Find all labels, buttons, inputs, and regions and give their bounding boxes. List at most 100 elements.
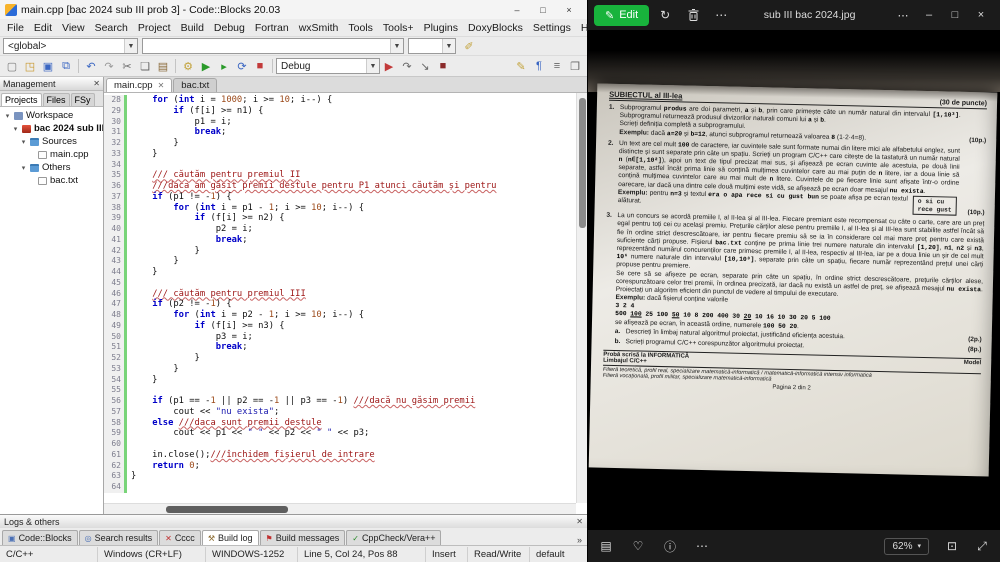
favorite-icon[interactable]: ♡ [630, 538, 646, 555]
tree-expander-icon[interactable]: ▾ [20, 138, 27, 146]
logs-tab-search-results[interactable]: ◎ Search results [78, 530, 159, 545]
undo-icon[interactable]: ↶ [82, 57, 100, 75]
see-more-icon[interactable]: ⋯ [890, 4, 916, 26]
minimize-button[interactable]: – [504, 2, 530, 18]
close-button[interactable]: × [968, 4, 994, 26]
code-line[interactable]: 48 for (int i = p2 - 1; i >= 10; i--) { [104, 310, 587, 321]
code-line[interactable]: 61 in.close();///închidem fișierul de in… [104, 449, 587, 461]
windows-icon[interactable]: ❐ [566, 57, 584, 75]
editor-tab-main-cpp[interactable]: main.cpp ✕ [106, 78, 173, 92]
close-tab-icon[interactable]: ✕ [158, 81, 165, 90]
code-line[interactable]: 40 p2 = i; [104, 224, 587, 235]
cut-icon[interactable]: ✂ [118, 57, 136, 75]
fullscreen-icon[interactable]: ⤢ [974, 539, 990, 554]
tree-item-bac-txt[interactable]: bac.txt [0, 174, 103, 187]
paste-icon[interactable]: ▤ [154, 57, 172, 75]
minimize-button[interactable]: – [916, 4, 942, 26]
menu-view[interactable]: View [57, 22, 90, 34]
logs-tab-cccc[interactable]: ✕ Cccc [159, 530, 201, 545]
code-line[interactable]: 56 if (p1 == -1 || p2 == -1 || p3 == -1)… [104, 396, 587, 407]
menu-build[interactable]: Build [176, 22, 209, 34]
code-line[interactable]: 32 } [104, 138, 587, 149]
code-line[interactable]: 49 if (f[i] >= n3) { [104, 320, 587, 332]
close-icon[interactable]: ✕ [576, 517, 583, 526]
chevron-down-icon[interactable]: ▼ [124, 39, 137, 53]
build-and-run-icon[interactable]: ▸ [215, 57, 233, 75]
new-file-icon[interactable]: ▢ [3, 57, 21, 75]
close-icon[interactable]: ✕ [93, 79, 100, 88]
pilcrow-icon[interactable]: ¶ [530, 57, 548, 75]
title-bar[interactable]: main.cpp [bac 2024 sub III prob 3] - Cod… [0, 0, 587, 19]
build-target-combo[interactable]: Debug ▼ [276, 58, 380, 74]
code-line[interactable]: 57 cout << "nu exista"; [104, 406, 587, 418]
tree-item-workspace[interactable]: ▾ Workspace [0, 109, 103, 122]
search-combo[interactable]: ▼ [408, 38, 456, 54]
menu-fortran[interactable]: Fortran [250, 22, 294, 34]
tree-item-project[interactable]: ▾ bac 2024 sub III prob 3 [0, 122, 103, 135]
menu-edit[interactable]: Edit [29, 22, 57, 34]
code-line[interactable]: 38 for (int i = p1 - 1; i >= 10; i--) { [104, 202, 587, 214]
run-icon[interactable]: ▶ [197, 57, 215, 75]
code-line[interactable]: 62 return 0; [104, 460, 587, 472]
code-line[interactable]: 60 [104, 439, 587, 450]
fit-to-window-icon[interactable]: ⊡ [944, 539, 960, 554]
maximize-button[interactable]: □ [942, 4, 968, 26]
code-line[interactable]: 33 } [104, 148, 587, 160]
incremental-search-icon[interactable]: ✐ [460, 37, 478, 55]
editor-tab-bac-txt[interactable]: bac.txt [173, 78, 218, 92]
code-line[interactable]: 41 break; [104, 234, 587, 246]
abort-icon[interactable]: ■ [251, 57, 269, 75]
code-line[interactable]: 39 if (f[i] >= n2) { [104, 213, 587, 224]
symbol-combo[interactable]: ▼ [142, 38, 404, 54]
maximize-button[interactable]: □ [530, 2, 556, 18]
scope-combo[interactable]: <global> ▼ [3, 38, 138, 54]
more-icon[interactable]: ⋯ [713, 8, 729, 22]
code-line[interactable]: 44 } [104, 267, 587, 278]
step-over-icon[interactable]: ↷ [398, 57, 416, 75]
zoom-control[interactable]: 62% ▾ [884, 537, 929, 555]
code-editor[interactable]: 28 for (int i = 1000; i >= 10; i--) {29 … [104, 93, 587, 503]
logs-tab-build-log[interactable]: ⚒ Build log [201, 530, 259, 545]
management-tab-files[interactable]: Files [42, 93, 70, 106]
code-line[interactable]: 46 /// căutăm pentru premiul III [104, 288, 587, 300]
code-line[interactable]: 63} [104, 471, 587, 482]
code-line[interactable]: 55 [104, 385, 587, 396]
list-icon[interactable]: ≡ [548, 57, 566, 75]
chevron-down-icon[interactable]: ▼ [390, 39, 403, 53]
filmstrip-icon[interactable]: ▤ [598, 538, 614, 555]
copy-icon[interactable]: ❏ [136, 57, 154, 75]
code-line[interactable]: 64 [104, 482, 587, 493]
code-line[interactable]: 37 if (p1 != -1) { [104, 191, 587, 203]
management-tab-fsy[interactable]: FSy [70, 93, 95, 106]
menu-tools-[interactable]: Tools+ [378, 22, 419, 34]
code-line[interactable]: 28 for (int i = 1000; i >= 10; i--) { [104, 95, 587, 106]
menu-debug[interactable]: Debug [209, 22, 250, 34]
tree-item-sources[interactable]: ▾ Sources [0, 135, 103, 148]
code-line[interactable]: 53 } [104, 363, 587, 375]
scrollbar-thumb[interactable] [579, 98, 586, 228]
management-tab-projects[interactable]: Projects [1, 93, 42, 106]
debug-continue-icon[interactable]: ▶ [380, 57, 398, 75]
rotate-icon[interactable]: ↻ [657, 8, 673, 22]
code-line[interactable]: 31 break; [104, 127, 587, 138]
logs-tab-cppcheck-vera-[interactable]: ✓ CppCheck/Vera++ [346, 530, 442, 545]
code-line[interactable]: 58 else ///daca sunt premii destule [104, 417, 587, 429]
vertical-scrollbar[interactable] [576, 93, 587, 503]
code-line[interactable]: 45 [104, 277, 587, 289]
code-line[interactable]: 59 cout << p1 << " " << p2 << " " << p3; [104, 428, 587, 439]
chevron-down-icon[interactable]: ▼ [366, 59, 379, 73]
code-line[interactable]: 35 /// căutăm pentru premiul II [104, 170, 587, 181]
edit-button[interactable]: ✎ Edit [594, 4, 650, 26]
rebuild-icon[interactable]: ⟳ [233, 57, 251, 75]
menu-wxsmith[interactable]: wxSmith [294, 22, 344, 34]
code-line[interactable]: 42 } [104, 245, 587, 257]
menu-plugins[interactable]: Plugins [419, 22, 463, 34]
code-line[interactable]: 34 [104, 159, 587, 171]
menu-tools[interactable]: Tools [343, 22, 378, 34]
code-line[interactable]: 30 p1 = i; [104, 116, 587, 128]
close-button[interactable]: × [556, 2, 582, 18]
chevron-down-icon[interactable]: ▼ [442, 39, 455, 53]
open-file-icon[interactable]: ◳ [21, 57, 39, 75]
redo-icon[interactable]: ↷ [100, 57, 118, 75]
tree-item-main-cpp[interactable]: main.cpp [0, 148, 103, 161]
